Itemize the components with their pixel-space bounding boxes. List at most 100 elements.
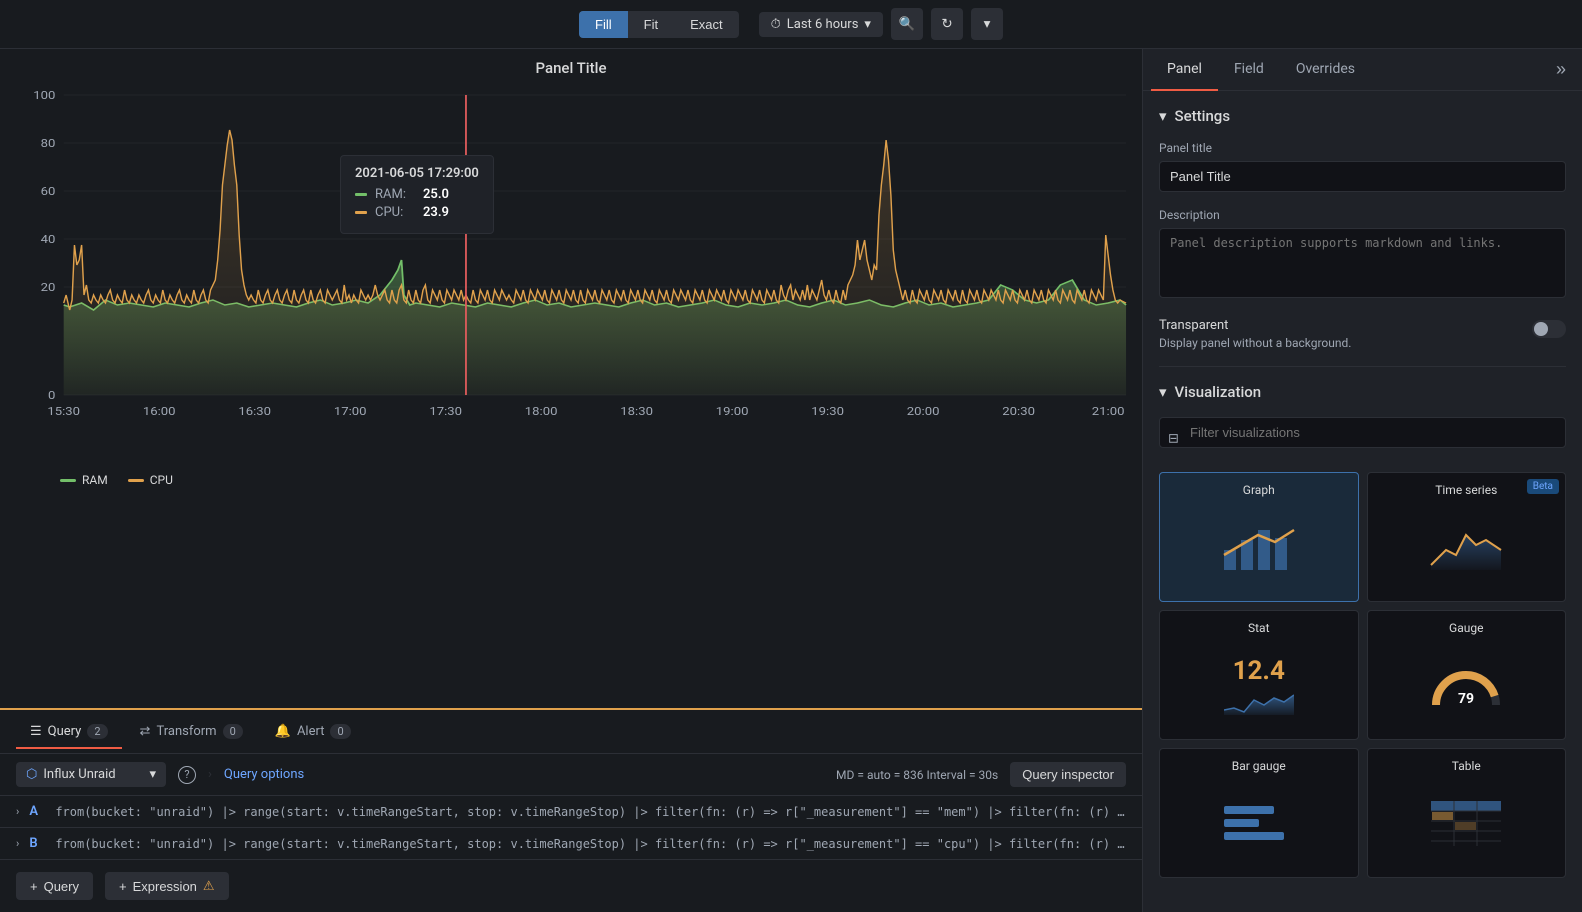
svg-text:21:00: 21:00 — [1092, 405, 1125, 418]
tab-alert-badge: 0 — [330, 724, 350, 739]
right-panel: Panel Field Overrides » ▾ Settings Panel… — [1142, 49, 1582, 912]
panel-title: Panel Title — [10, 59, 1132, 77]
chart-panel: Panel Title 100 80 60 40 20 — [0, 49, 1142, 912]
viz-stat-icon: 12.4 — [1170, 641, 1348, 729]
panel-title-label: Panel title — [1159, 141, 1566, 155]
svg-text:15:30: 15:30 — [47, 405, 80, 418]
expand-a-icon[interactable]: › — [16, 805, 19, 818]
svg-text:40: 40 — [41, 233, 56, 246]
datasource-label: Influx Unraid — [43, 767, 115, 782]
tab-field[interactable]: Field — [1218, 49, 1280, 91]
viz-card-graph[interactable]: Graph — [1159, 472, 1359, 602]
svg-text:80: 80 — [41, 137, 56, 150]
viz-bar-gauge-icon — [1170, 779, 1348, 867]
svg-text:16:00: 16:00 — [143, 405, 176, 418]
tab-panel[interactable]: Panel — [1151, 49, 1218, 91]
viz-card-gauge[interactable]: Gauge 79 — [1367, 610, 1567, 740]
svg-text:79: 79 — [1458, 691, 1474, 707]
add-expression-button[interactable]: + Expression ⚠ — [105, 872, 229, 900]
svg-text:20: 20 — [41, 281, 56, 294]
tab-query[interactable]: ☰ Query 2 — [16, 716, 122, 749]
description-field: Description — [1159, 208, 1566, 302]
legend-ram: RAM — [60, 473, 108, 487]
filter-icon: ⊟ — [1168, 431, 1179, 446]
viz-card-bar-gauge[interactable]: Bar gauge — [1159, 748, 1359, 878]
query-options-link[interactable]: Query options — [224, 767, 304, 782]
query-actions: + Query + Expression ⚠ — [0, 860, 1142, 912]
description-label: Description — [1159, 208, 1566, 222]
divider — [1159, 366, 1566, 367]
transparent-toggle[interactable] — [1532, 320, 1566, 338]
more-options-button[interactable]: ▾ — [971, 8, 1003, 40]
tab-transform-label: Transform — [156, 724, 216, 739]
datasource-select[interactable]: ⬡ Influx Unraid ▾ — [16, 762, 166, 787]
fit-button[interactable]: Fit — [628, 11, 674, 38]
tab-alert[interactable]: 🔔 Alert 0 — [261, 716, 365, 749]
exact-button[interactable]: Exact — [674, 11, 739, 38]
viz-card-time-series[interactable]: Beta Time series — [1367, 472, 1567, 602]
query-b-label: B — [29, 836, 45, 851]
viz-time-series-icon — [1378, 503, 1556, 591]
svg-text:19:00: 19:00 — [716, 405, 749, 418]
viz-table-label: Table — [1452, 759, 1481, 773]
settings-section-header[interactable]: ▾ Settings — [1159, 107, 1566, 125]
viz-graph-label: Graph — [1243, 483, 1275, 497]
query-section: ☰ Query 2 ⇄ Transform 0 🔔 Alert 0 — [0, 708, 1142, 912]
transparent-label: Transparent — [1159, 318, 1520, 333]
tab-overrides[interactable]: Overrides — [1280, 49, 1371, 91]
right-panel-tabs: Panel Field Overrides » — [1143, 49, 1582, 91]
plus-icon: + — [30, 879, 38, 894]
query-a-label: A — [29, 804, 45, 819]
svg-text:18:00: 18:00 — [525, 405, 558, 418]
legend-ram-label: RAM — [82, 473, 108, 487]
zoom-out-button[interactable]: 🔍 — [891, 8, 923, 40]
main-content: Panel Title 100 80 60 40 20 — [0, 49, 1582, 912]
tab-query-label: Query — [48, 724, 82, 739]
add-query-button[interactable]: + Query — [16, 872, 93, 900]
time-range-label: Last 6 hours — [787, 17, 859, 32]
svg-text:17:30: 17:30 — [429, 405, 462, 418]
svg-text:60: 60 — [41, 185, 56, 198]
chart-area: 100 80 60 40 20 0 — [10, 85, 1132, 465]
plus-icon-2: + — [119, 879, 127, 894]
alert-icon: 🔔 — [275, 724, 291, 739]
svg-text:19:30: 19:30 — [811, 405, 844, 418]
legend-ram-color — [60, 479, 76, 482]
transform-icon: ⇄ — [140, 724, 151, 739]
query-tabs: ☰ Query 2 ⇄ Transform 0 🔔 Alert 0 — [0, 710, 1142, 754]
viz-gauge-label: Gauge — [1449, 621, 1483, 635]
tab-transform[interactable]: ⇄ Transform 0 — [126, 716, 257, 749]
collapse-button[interactable]: » — [1548, 51, 1574, 88]
query-b-text: from(bucket: "unraid") |> range(start: v… — [55, 837, 1126, 851]
chart-container: Panel Title 100 80 60 40 20 — [0, 49, 1142, 708]
expand-b-icon[interactable]: › — [16, 837, 19, 850]
viz-card-table[interactable]: Table — [1367, 748, 1567, 878]
viz-time-series-label: Time series — [1435, 483, 1497, 497]
svg-text:18:30: 18:30 — [620, 405, 653, 418]
visualization-section: ▾ Visualization ⊟ Graph — [1159, 383, 1566, 878]
query-options-bar: ⬡ Influx Unraid ▾ ? › Query options MD =… — [0, 754, 1142, 796]
beta-badge: Beta — [1527, 479, 1559, 494]
chevron-down-icon-settings: ▾ — [1159, 107, 1167, 125]
description-textarea[interactable] — [1159, 228, 1566, 298]
query-inspector-button[interactable]: Query inspector — [1010, 762, 1126, 787]
view-mode-group: Fill Fit Exact — [579, 11, 739, 38]
tab-alert-label: Alert — [297, 724, 325, 739]
panel-title-input[interactable] — [1159, 161, 1566, 192]
svg-text:100: 100 — [33, 89, 55, 102]
refresh-button[interactable]: ↻ — [931, 8, 963, 40]
viz-card-stat[interactable]: Stat 12.4 — [1159, 610, 1359, 740]
fill-button[interactable]: Fill — [579, 11, 628, 38]
time-range-picker[interactable]: ⏱ Last 6 hours ▾ — [759, 12, 883, 37]
svg-text:0: 0 — [48, 389, 56, 402]
viz-stat-label: Stat — [1248, 621, 1270, 635]
chart-legend: RAM CPU — [10, 465, 1132, 495]
filter-visualizations-input[interactable] — [1159, 417, 1566, 448]
viz-table-icon — [1378, 779, 1556, 867]
query-row-b: › B from(bucket: "unraid") |> range(star… — [0, 828, 1142, 860]
svg-text:20:30: 20:30 — [1002, 405, 1035, 418]
add-expression-label: Expression — [133, 879, 197, 894]
visualization-section-header[interactable]: ▾ Visualization — [1159, 383, 1566, 401]
info-button[interactable]: ? — [178, 766, 196, 784]
chevron-down-icon-viz: ▾ — [1159, 383, 1167, 401]
